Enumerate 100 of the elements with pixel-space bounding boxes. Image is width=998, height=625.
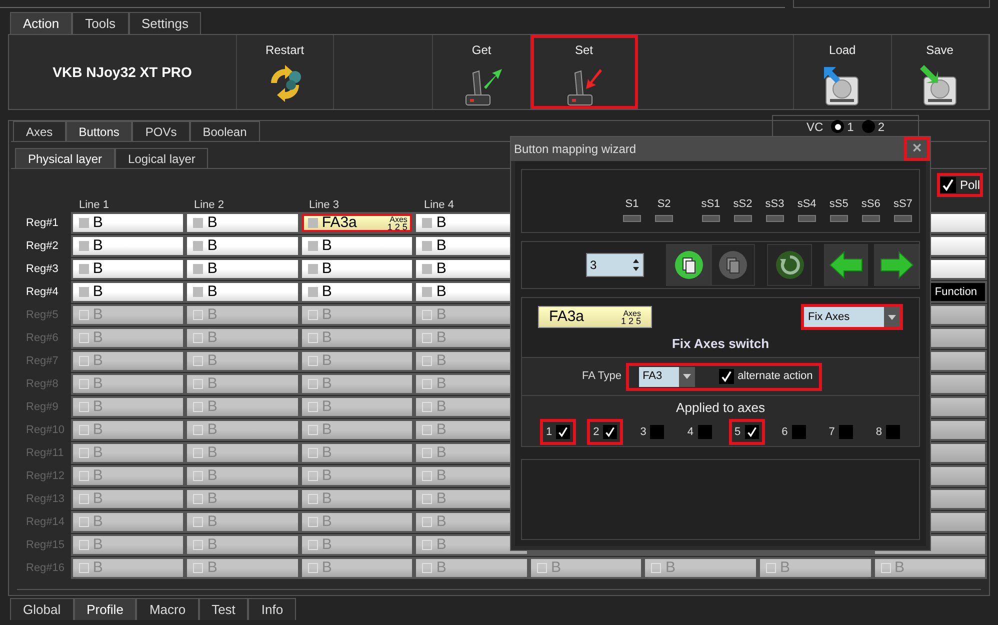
cell-text: B [436,236,446,256]
row-label: Reg#6 [26,330,58,346]
cell-text: B [207,236,218,256]
radio-label: 1 [847,118,854,136]
cell-text: B [207,442,218,463]
cell-text: B [207,212,218,233]
cell-text: B [92,558,103,578]
cell-text: B [322,534,332,555]
cell-text: B [92,282,103,302]
cell-text: B [780,558,790,578]
column-header: Line 2 [194,199,224,211]
cell-text: B [436,488,446,509]
cell-text: B [92,488,103,509]
cell-text: B [207,258,218,279]
cell-text: FA3a [322,212,357,233]
cell-text: B [322,374,332,394]
axes-tag: Axes [623,310,641,316]
cell-text: B [92,328,103,348]
cell-text: B [207,488,218,509]
cell-text: B [322,512,332,532]
row-label: Reg#14 [26,514,65,530]
section-heading: Fix Axes switch [672,335,770,353]
cell-text: B [436,534,446,555]
cell-text: B [322,420,332,440]
fa-type-label: FA Type [582,369,622,384]
row-label: Reg#1 [26,216,58,231]
cell-text: B [92,258,103,279]
shift-label: S1 [625,196,639,212]
cell-text: FA3a [549,306,584,327]
vc-label: VC [806,118,824,136]
cell-text: B [207,512,218,532]
cell-text: B [322,328,332,348]
cell-text: B [436,466,446,486]
cell-text: B [436,328,446,348]
row-label: Reg#8 [26,376,58,392]
row-label: Reg#4 [26,284,58,300]
row-label: Reg#15 [26,538,65,553]
shift-label: sS7 [893,196,912,212]
cell-text: B [207,304,218,325]
cell-text: B [92,442,103,463]
shift-label: S2 [657,196,671,212]
row-label: Reg#2 [26,238,58,254]
cell-text: B [207,350,218,371]
cell-text: B [207,282,218,302]
shift-label: sS4 [797,196,816,212]
cell-text: B [436,396,446,417]
cell-text: B [207,466,218,486]
cell-text: B [436,350,446,371]
row-label: Reg#3 [26,262,58,277]
column-header: Line 1 [79,199,109,211]
cell-text: B [550,558,561,578]
cell-text: B [436,212,446,233]
cell-text: B [207,328,218,348]
cell-text: B [92,420,103,440]
column-header: Line 4 [424,199,454,211]
cell-text: B [207,396,218,417]
shift-label: sS6 [861,196,880,212]
cell-text: B [207,534,218,555]
cell-text: B [894,558,905,578]
cell-text: B [207,374,218,394]
row-label: Reg#11 [26,446,64,461]
cell-text: B [436,374,446,394]
cell-text: B [207,558,218,578]
cell-text: B [92,512,103,532]
axes-tag: Axes [390,216,408,222]
cell-text: B [436,442,446,463]
checkbox-label: alternate action [738,369,813,384]
cell-text: B [92,236,103,256]
cell-text: B [92,396,103,417]
cell-text: B [322,350,332,371]
cell-text: B [92,350,103,371]
cell-text: B [436,282,446,302]
device-name: VKB NJoy32 XT PRO [52,62,192,82]
cell-text: B [92,212,103,233]
cell-text: B [436,258,446,279]
shift-label: sS3 [765,196,784,212]
axes-numbers: 1 2 5 [387,222,408,230]
axes-heading: Applied to axes [676,399,765,417]
row-label: Reg#16 [26,560,65,576]
cell-text: B [322,282,332,302]
cell-text: B [436,558,446,578]
row-label: Reg#12 [26,468,65,484]
cell-text: B [322,396,332,417]
row-label: Reg#13 [26,492,65,507]
row-label: Reg#9 [26,400,58,415]
cell-text: B [322,558,332,578]
shift-label: sS1 [701,196,720,212]
cell-text: B [322,442,332,463]
cell-text: B [322,488,332,509]
row-label: Reg#10 [26,422,65,438]
function-label: Function [934,284,978,300]
cell-text: B [92,466,103,486]
cell-text: B [436,304,446,325]
shift-label: sS5 [829,196,848,212]
window-title: Button mapping wizard [514,141,636,158]
cell-text: B [92,374,103,394]
cell-text: B [92,534,103,555]
cell-text: B [436,512,446,532]
cell-text: B [322,466,332,486]
cell-text: B [322,304,332,325]
